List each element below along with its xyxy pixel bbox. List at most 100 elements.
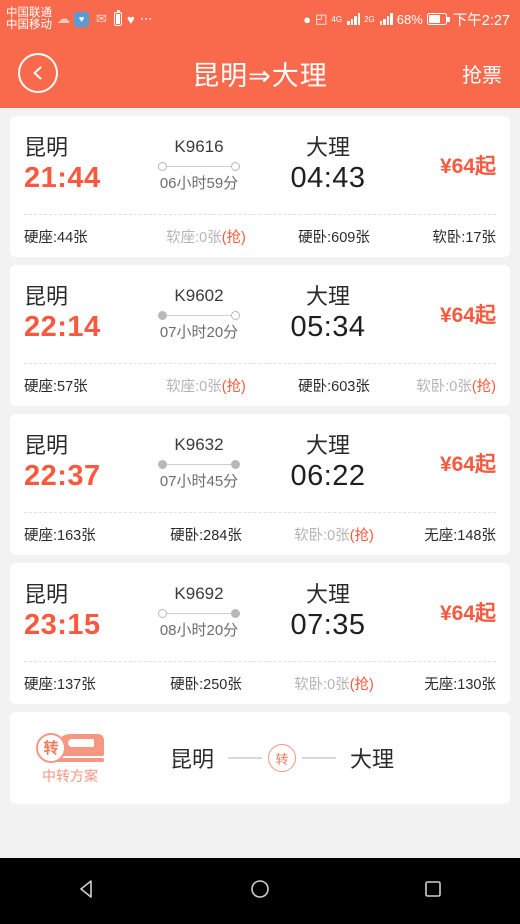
seat-label: 硬卧:603张: [298, 378, 370, 395]
nav-home-button[interactable]: [225, 869, 295, 913]
duration-text: 07小时20分: [159, 324, 239, 341]
seat-label: 硬座:57张: [24, 378, 88, 395]
ticket-price: ¥64起: [439, 304, 496, 327]
grab-ticket-button[interactable]: 抢票: [462, 59, 502, 88]
departure-block: 昆明 22:37: [24, 432, 134, 494]
seat-info: 软卧:0张(抢): [270, 524, 398, 545]
train-number: K9632: [174, 435, 224, 454]
seat-availability-row: 硬座:163张 硬卧:284张 软卧:0张(抢) 无座:148张: [24, 513, 496, 555]
ticket-price: ¥64起: [439, 453, 496, 476]
back-triangle-icon: [76, 878, 98, 905]
departure-time: 21:44: [24, 162, 101, 195]
location-pin-icon: ●: [303, 11, 312, 27]
departure-block: 昆明 22:14: [24, 283, 134, 345]
arrival-time: 06:22: [290, 460, 366, 493]
duration-line: [158, 311, 240, 320]
duration-bar: [167, 463, 231, 466]
seat-label: 硬座:163张: [24, 527, 96, 544]
arrival-block: 大理 07:35: [264, 581, 392, 643]
transfer-mid-icon: 转: [268, 744, 297, 772]
seat-info: 硬座:163张: [24, 524, 142, 545]
seat-info: 软卧:17张: [398, 226, 496, 247]
train-card[interactable]: 昆明 22:37 K9632 07小时45分 大理 06:22 ¥64起硬座:163张 硬卧:…: [10, 414, 510, 555]
arrival-block: 大理 05:34: [264, 283, 392, 345]
transfer-plan-card[interactable]: 转 中转方案 昆明 转 大理: [10, 712, 510, 804]
train-card[interactable]: 昆明 22:14 K9602 07小时20分 大理 05:34 ¥64起硬座:57张 软座:0…: [10, 265, 510, 406]
carrier-name-1: 中国联通: [6, 6, 52, 19]
departure-block: 昆明 21:44: [24, 134, 134, 196]
battery-percent: 68%: [396, 11, 423, 27]
departure-station: 昆明: [24, 134, 69, 160]
origin-dot-icon: [158, 311, 167, 320]
nav-recents-button[interactable]: [398, 869, 468, 913]
origin-dot-icon: [158, 460, 167, 469]
destination-dot-icon: [231, 162, 240, 171]
battery-saver-icon: [114, 10, 122, 26]
arrival-station: 大理: [305, 134, 350, 160]
transfer-connector: 转: [228, 744, 337, 772]
seat-info: 硬卧:250张: [142, 673, 270, 694]
price-block: ¥64起: [392, 597, 496, 627]
status-bar: 中国联通 中国移动 ☁ ♥ ✉ ♥ ⋯ ● ◰ 4G 2G 68% 下午2:27: [0, 0, 520, 38]
seat-availability-row: 硬座:44张 软座:0张(抢) 硬卧:609张 软卧:17张: [24, 215, 496, 257]
seat-info: 软卧:0张(抢): [270, 673, 398, 694]
departure-time: 22:37: [24, 460, 101, 493]
signal-bars-2: [379, 13, 393, 25]
journey-block: K9602 07小时20分: [134, 286, 264, 342]
seat-label: 软座:0张: [166, 378, 222, 395]
train-card[interactable]: 昆明 21:44 K9616 06小时59分 大理 04:43 ¥64起 硬座:44张 软座:0…: [10, 116, 510, 257]
back-button[interactable]: [18, 53, 58, 93]
seat-label: 硬座:137张: [24, 676, 96, 693]
price-block: ¥64起: [392, 150, 496, 180]
seat-info: 硬卧:284张: [142, 524, 270, 545]
network-type-2: 2G: [364, 14, 375, 24]
departure-station: 昆明: [24, 432, 69, 458]
carrier-names: 中国联通 中国移动: [6, 7, 52, 31]
ticket-price: ¥64起: [439, 155, 496, 178]
transfer-route: 昆明 转 大理: [170, 742, 394, 774]
more-dots-icon: ⋯: [139, 11, 154, 26]
seat-label: 软卧:17张: [432, 229, 496, 246]
network-type-1: 4G: [331, 14, 343, 24]
departure-block: 昆明 23:15: [24, 581, 134, 643]
ticket-price: ¥64起: [439, 602, 496, 625]
seat-info: 软卧:0张(抢): [398, 375, 496, 396]
heart-rate-icon: ♥: [127, 11, 135, 27]
destination-dot-icon: [231, 609, 240, 618]
app-root: 中国联通 中国移动 ☁ ♥ ✉ ♥ ⋯ ● ◰ 4G 2G 68% 下午2:27: [0, 0, 520, 924]
transfer-badge-label: 中转方案: [42, 767, 98, 784]
grab-tag: (抢): [349, 527, 374, 544]
seat-info: 硬座:57张: [24, 375, 142, 396]
price-block: ¥64起: [392, 299, 496, 329]
destination-dot-icon: [231, 311, 240, 320]
arrival-station: 大理: [305, 432, 350, 458]
transfer-char-badge: 转: [36, 732, 66, 763]
seat-info: 硬卧:603张: [270, 375, 398, 396]
origin-dot-icon: [158, 609, 167, 618]
arrival-time: 07:35: [290, 609, 366, 642]
journey-block: K9616 06小时59分: [134, 137, 264, 193]
nav-back-button[interactable]: [52, 869, 122, 913]
seat-label: 软座:0张: [166, 229, 222, 246]
status-bar-right: ● ◰ 4G 2G 68% 下午2:27: [303, 9, 510, 30]
app-header: 昆明⇒大理 抢票: [0, 38, 520, 108]
train-summary: 昆明 21:44 K9616 06小时59分 大理 04:43 ¥64起: [24, 116, 496, 214]
message-icon: ✉: [96, 11, 107, 26]
train-summary: 昆明 23:15 K9692 08小时20分 大理 07:35 ¥64起: [24, 563, 496, 661]
grab-tag: (抢): [221, 378, 246, 395]
train-summary: 昆明 22:37 K9632 07小时45分 大理 06:22 ¥64起: [24, 414, 496, 512]
arrival-station: 大理: [305, 283, 350, 309]
grab-tag: (抢): [221, 229, 246, 246]
seat-label: 软卧:0张: [294, 527, 350, 544]
seat-availability-row: 硬座:57张 软座:0张(抢) 硬卧:603张 软卧:0张(抢): [24, 364, 496, 406]
seat-info: 无座:148张: [398, 524, 496, 545]
train-card[interactable]: 昆明 23:15 K9692 08小时20分 大理 07:35 ¥64起 硬座:137张 硬卧:…: [10, 563, 510, 704]
battery-icon: [426, 13, 450, 25]
train-transfer-icon: 转: [36, 731, 104, 765]
duration-bar: [167, 314, 231, 317]
transfer-to-city: 大理: [350, 747, 395, 772]
carrier-name-2: 中国移动: [6, 19, 52, 31]
duration-text: 07小时45分: [159, 473, 239, 490]
duration-bar: [167, 612, 231, 615]
seat-label: 硬卧:609张: [298, 229, 370, 246]
